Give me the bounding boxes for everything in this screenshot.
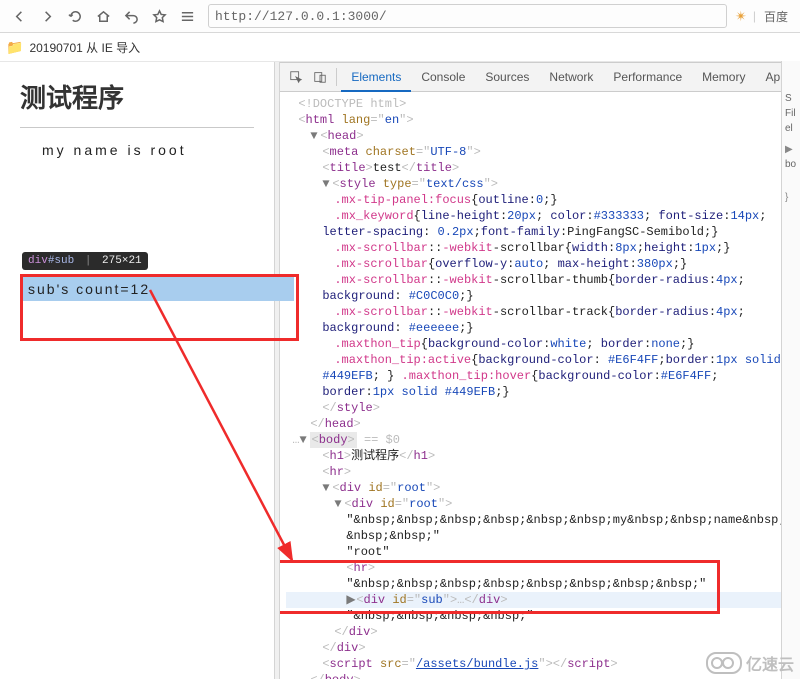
undo-nav-button[interactable] bbox=[118, 3, 144, 29]
bookmark-folder[interactable]: 20190701 从 IE 导入 bbox=[29, 39, 140, 56]
dom-style[interactable]: ▼<style type="text/css"> bbox=[286, 176, 800, 192]
css-rule[interactable]: .mx-scrollbar::-webkit-scrollbar{width:8… bbox=[286, 240, 800, 256]
css-rule[interactable]: .mx-scrollbar{overflow-y:auto; max-heigh… bbox=[286, 256, 800, 272]
devtools-tabs: Elements Console Sources Network Perform… bbox=[280, 63, 800, 92]
bookmarks-bar: 📁 20190701 从 IE 导入 bbox=[0, 33, 800, 62]
dom-hr[interactable]: <hr> bbox=[286, 464, 800, 480]
tab-network[interactable]: Network bbox=[539, 64, 603, 90]
dom-body[interactable]: …▼<body> == $0 bbox=[286, 432, 800, 448]
dom-style-close[interactable]: </style> bbox=[286, 400, 800, 416]
tab-sources[interactable]: Sources bbox=[475, 64, 539, 90]
inspect-tooltip: divdiv#sub#sub | 275×21 bbox=[22, 252, 148, 270]
side-item[interactable]: Fil bbox=[782, 106, 800, 121]
side-item[interactable]: el bbox=[782, 121, 800, 136]
page-title: 测试程序 bbox=[20, 78, 254, 115]
tab-console[interactable]: Console bbox=[411, 64, 475, 90]
dom-doctype[interactable]: <!DOCTYPE html> bbox=[286, 96, 800, 112]
tab-elements[interactable]: Elements bbox=[341, 64, 411, 92]
dom-meta[interactable]: <meta charset="UTF-8"> bbox=[286, 144, 800, 160]
root-text: my name is root bbox=[42, 142, 254, 158]
reload-button[interactable] bbox=[62, 3, 88, 29]
toolbar-divider: | bbox=[753, 9, 756, 23]
css-rule[interactable]: .mx-tip-panel:focus{outline:0;} bbox=[286, 192, 800, 208]
dom-div-root-inner[interactable]: ▼<div id="root"> bbox=[286, 496, 800, 512]
dom-head[interactable]: ▼<head> bbox=[286, 128, 800, 144]
css-rule[interactable]: letter-spacing: 0.2px;font-family:PingFa… bbox=[286, 224, 800, 240]
css-rule[interactable]: #449EFB; } .maxthon_tip:hover{background… bbox=[286, 368, 800, 384]
tooltip-selector: divdiv#sub#sub bbox=[28, 255, 74, 267]
dom-text[interactable]: "&nbsp;&nbsp;&nbsp;&nbsp;&nbsp;&nbsp;my&… bbox=[286, 512, 800, 528]
side-item[interactable]: bo bbox=[782, 157, 800, 172]
dom-html[interactable]: <html lang="en"> bbox=[286, 112, 800, 128]
search-engine-label[interactable]: 百度 bbox=[764, 8, 788, 25]
css-rule[interactable]: border:1px solid #449EFB;} bbox=[286, 384, 800, 400]
folder-icon: 📁 bbox=[6, 39, 23, 56]
dom-text[interactable]: "root" bbox=[286, 544, 800, 560]
url-text: http://127.0.0.1:3000/ bbox=[215, 9, 387, 24]
dom-text[interactable]: "&nbsp;&nbsp;&nbsp;&nbsp;&nbsp;&nbsp;&nb… bbox=[286, 576, 800, 592]
back-button[interactable] bbox=[6, 3, 32, 29]
css-rule[interactable]: .mx-scrollbar::-webkit-scrollbar-thumb{b… bbox=[286, 272, 800, 288]
tab-performance[interactable]: Performance bbox=[603, 64, 692, 90]
address-bar[interactable]: http://127.0.0.1:3000/ bbox=[208, 4, 727, 28]
css-rule[interactable]: .maxthon_tip{background-color:white; bor… bbox=[286, 336, 800, 352]
dom-h1[interactable]: <h1>测试程序</h1> bbox=[286, 448, 800, 464]
dom-title[interactable]: <title>test</title> bbox=[286, 160, 800, 176]
rendered-page: 测试程序 my name is root divdiv#sub#sub | 27… bbox=[0, 62, 274, 679]
dom-head-close[interactable]: </head> bbox=[286, 416, 800, 432]
watermark: 亿速云 bbox=[706, 651, 794, 675]
annotation-box-page bbox=[20, 274, 299, 341]
star-button[interactable] bbox=[146, 3, 172, 29]
css-rule[interactable]: .maxthon_tip:active{background-color: #E… bbox=[286, 352, 800, 368]
devtools-sidepanel: S Fil el ▶ bo } bbox=[781, 61, 800, 679]
dom-text[interactable]: &nbsp;&nbsp;" bbox=[286, 528, 800, 544]
forward-button[interactable] bbox=[34, 3, 60, 29]
menu-button[interactable] bbox=[174, 3, 200, 29]
css-rule[interactable]: background: #C0C0C0;} bbox=[286, 288, 800, 304]
home-button[interactable] bbox=[90, 3, 116, 29]
dom-div-close[interactable]: </div> bbox=[286, 624, 800, 640]
css-rule[interactable]: background: #eeeeee;} bbox=[286, 320, 800, 336]
css-rule[interactable]: .mx_keyword{line-height:20px; color:#333… bbox=[286, 208, 800, 224]
dom-div-sub[interactable]: ▶<div id="sub">…</div> bbox=[286, 592, 800, 608]
dom-tree[interactable]: <!DOCTYPE html> <html lang="en"> ▼<head>… bbox=[280, 92, 800, 679]
inspect-icon[interactable] bbox=[284, 65, 308, 89]
devtools-panel: Elements Console Sources Network Perform… bbox=[280, 62, 800, 679]
dom-hr-inner[interactable]: <hr> bbox=[286, 560, 800, 576]
dom-div-root[interactable]: ▼<div id="root"> bbox=[286, 480, 800, 496]
tooltip-size: 275×21 bbox=[102, 255, 142, 267]
tab-separator bbox=[336, 68, 337, 86]
dom-text[interactable]: "&nbsp;&nbsp;&nbsp;&nbsp;" bbox=[286, 608, 800, 624]
devtools-splitter[interactable] bbox=[274, 62, 281, 679]
browser-toolbar: http://127.0.0.1:3000/ ✴ | 百度 bbox=[0, 0, 800, 33]
extension-icon[interactable]: ✴ bbox=[735, 8, 747, 25]
device-icon[interactable] bbox=[308, 65, 332, 89]
side-item[interactable]: S bbox=[782, 91, 800, 106]
page-hr bbox=[20, 127, 254, 128]
tab-memory[interactable]: Memory bbox=[692, 64, 755, 90]
css-rule[interactable]: .mx-scrollbar::-webkit-scrollbar-track{b… bbox=[286, 304, 800, 320]
